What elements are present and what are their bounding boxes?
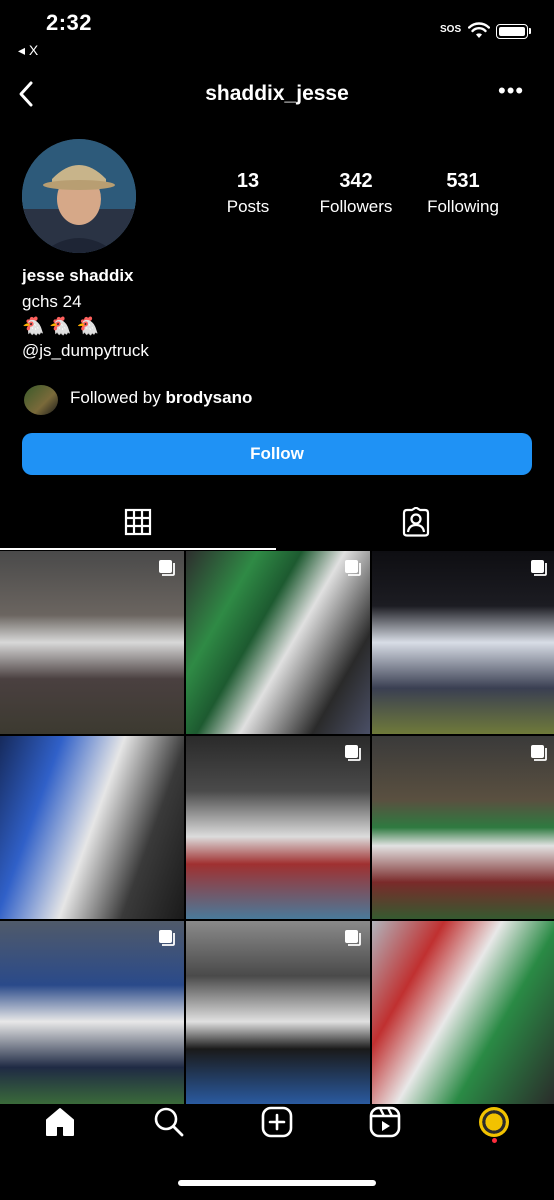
status-time: 2:32: [46, 10, 93, 35]
following-count[interactable]: 531 Following: [408, 170, 518, 217]
post-thumbnail[interactable]: [0, 551, 184, 734]
profile-username: shaddix_jesse: [205, 82, 349, 105]
post-thumbnail[interactable]: [186, 736, 370, 919]
home-indicator[interactable]: [178, 1180, 376, 1186]
posts-grid: [0, 551, 554, 1104]
tagged-icon: [402, 507, 430, 537]
mutual-follower-username: brodysano: [165, 388, 253, 407]
tab-posts-grid[interactable]: [0, 495, 276, 549]
search-icon: [154, 1107, 183, 1137]
reels-icon: [370, 1106, 401, 1138]
follow-button[interactable]: Follow: [22, 433, 532, 475]
more-options-button[interactable]: •••: [498, 80, 524, 102]
nav-search[interactable]: [139, 1098, 199, 1146]
post-thumbnail[interactable]: [372, 921, 554, 1104]
create-icon: [261, 1106, 293, 1138]
carousel-icon: [345, 745, 361, 761]
grid-icon: [124, 508, 152, 536]
following-label: Following: [427, 197, 499, 216]
battery-icon: [496, 24, 528, 39]
post-thumbnail[interactable]: [0, 736, 184, 919]
nav-create[interactable]: [247, 1098, 307, 1146]
nav-profile[interactable]: [464, 1098, 524, 1146]
posts-count[interactable]: 13 Posts: [193, 170, 303, 217]
back-to-app-link[interactable]: ◂ X: [18, 42, 38, 59]
display-name: jesse shaddix: [22, 266, 134, 285]
post-thumbnail[interactable]: [186, 921, 370, 1104]
carousel-icon: [531, 560, 547, 576]
post-thumbnail[interactable]: [186, 551, 370, 734]
posts-value: 13: [236, 170, 260, 192]
followers-value: 342: [339, 170, 373, 192]
bio-mention-link[interactable]: @js_dumpytruck: [22, 341, 149, 361]
avatar[interactable]: [22, 139, 136, 253]
sos-indicator: SOS: [440, 24, 462, 35]
bottom-tab-bar: [0, 1090, 554, 1154]
home-icon: [46, 1108, 75, 1136]
carousel-icon: [345, 930, 361, 946]
nav-home[interactable]: [30, 1098, 90, 1146]
bio-line: 🐔 🐔 🐔: [22, 316, 100, 336]
bio-line: gchs 24: [22, 292, 82, 311]
carousel-icon: [345, 560, 361, 576]
carousel-icon: [159, 560, 175, 576]
following-value: 531: [446, 170, 480, 192]
profile-avatar: [478, 1107, 509, 1137]
active-tab-indicator: [0, 548, 276, 550]
notification-dot: [491, 1138, 497, 1143]
battery-cap: [529, 28, 531, 34]
followed-by-text[interactable]: Followed by brodysano: [70, 388, 252, 408]
carousel-icon: [159, 930, 175, 946]
tab-tagged[interactable]: [278, 495, 554, 549]
wifi-icon: [468, 22, 490, 45]
followed-by-prefix: Followed by: [70, 388, 166, 407]
post-thumbnail[interactable]: [0, 921, 184, 1104]
mutual-follower-avatar[interactable]: [24, 385, 58, 415]
followers-count[interactable]: 342 Followers: [301, 170, 411, 217]
nav-reels[interactable]: [355, 1098, 415, 1146]
posts-label: Posts: [226, 197, 270, 216]
profile-photo: [22, 139, 136, 253]
post-thumbnail[interactable]: [372, 551, 554, 734]
followers-label: Followers: [319, 197, 393, 216]
carousel-icon: [531, 745, 547, 761]
post-thumbnail[interactable]: [372, 736, 554, 919]
